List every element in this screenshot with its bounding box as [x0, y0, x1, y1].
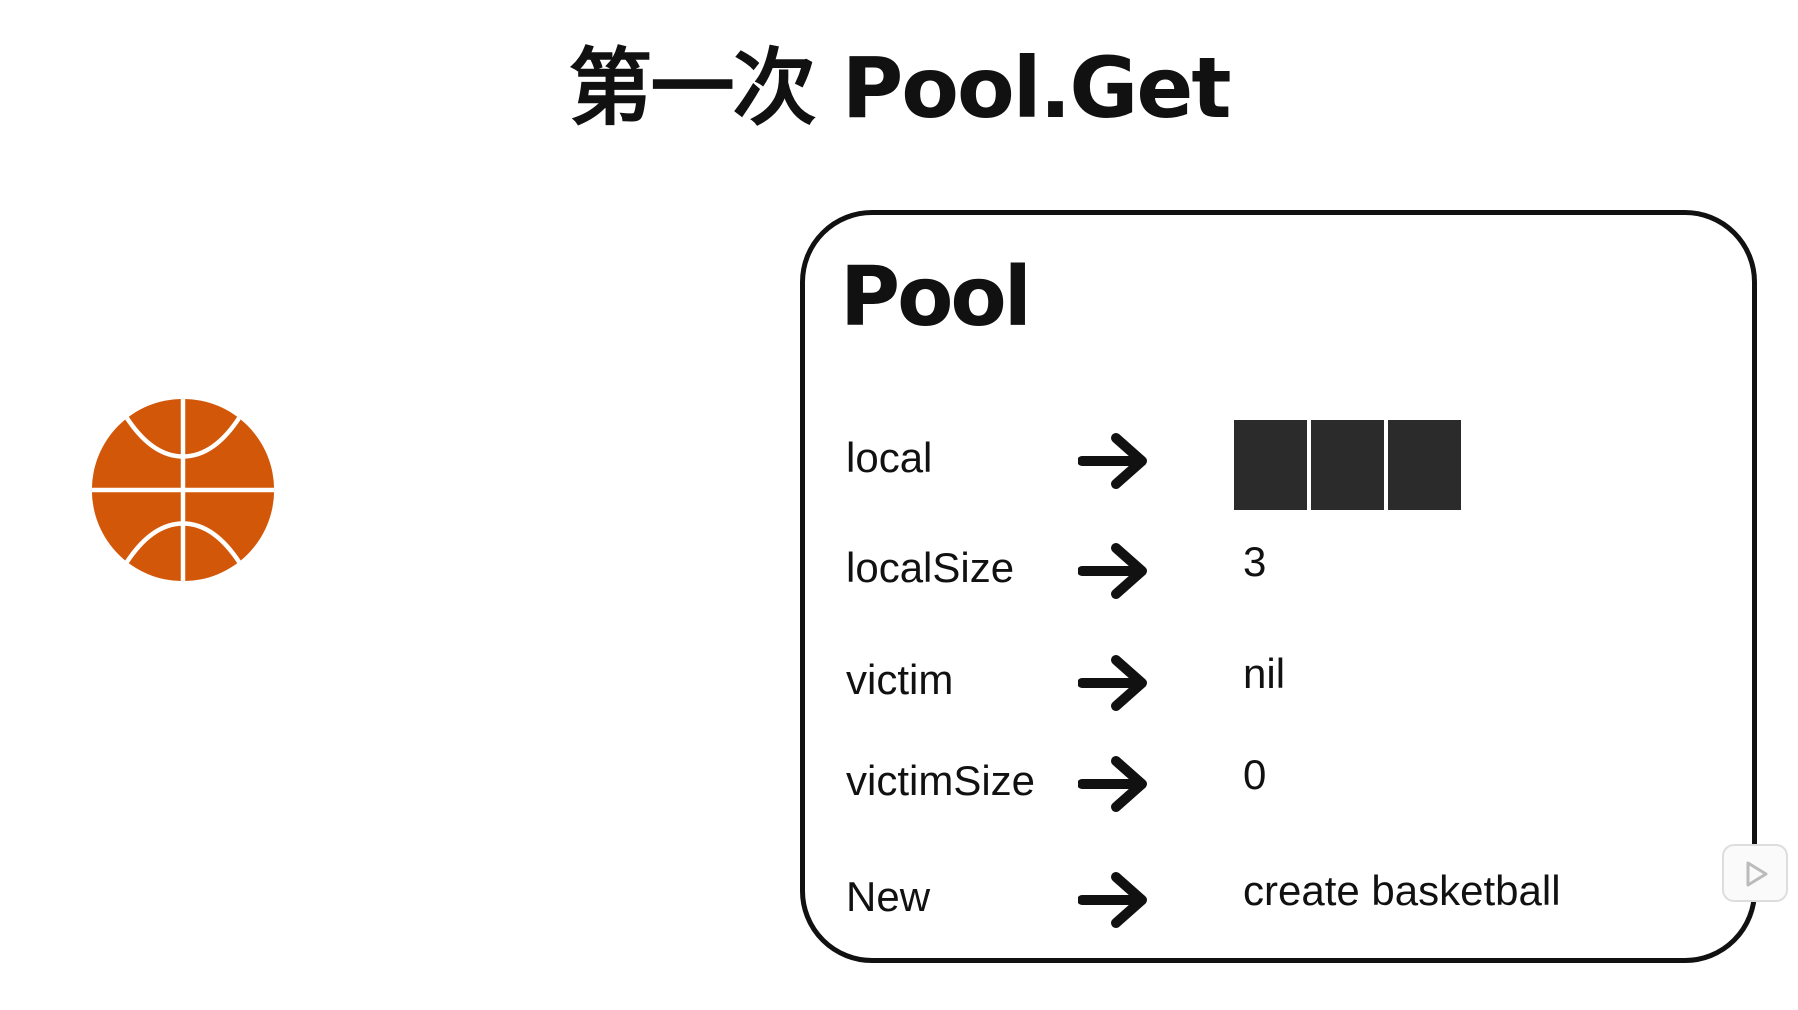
field-value: create basketball [1243, 867, 1561, 914]
field-value: 0 [1243, 751, 1267, 798]
field-value: nil [1243, 650, 1286, 697]
field-label: victimSize [846, 757, 1036, 804]
page-title: 第一次 Pool.Get [568, 39, 1231, 137]
play-button[interactable] [1722, 844, 1788, 902]
arrow-right-icon [1078, 756, 1147, 812]
local-slot [1388, 420, 1461, 510]
arrow-right-icon [1078, 433, 1147, 489]
local-slot [1311, 420, 1384, 510]
arrow-right-icon [1078, 543, 1147, 599]
field-label: New [846, 873, 931, 920]
field-value: 3 [1243, 538, 1267, 585]
pool-field-row: New create basketball [0, 857, 1798, 937]
field-label: localSize [846, 544, 1015, 591]
pool-field-row: victim nil [0, 640, 1798, 720]
arrow-right-icon [1078, 655, 1147, 711]
pool-field-row: localSize 3 [0, 528, 1798, 608]
pool-field-row: victimSize 0 [0, 741, 1798, 821]
pool-field-row: local [0, 418, 1798, 498]
field-label: local [846, 434, 933, 481]
field-label: victim [846, 656, 954, 703]
local-slots [1234, 420, 1461, 510]
arrow-right-icon [1078, 872, 1147, 928]
local-slot [1234, 420, 1307, 510]
play-icon [1746, 861, 1768, 887]
pool-title: Pool [840, 250, 1032, 345]
